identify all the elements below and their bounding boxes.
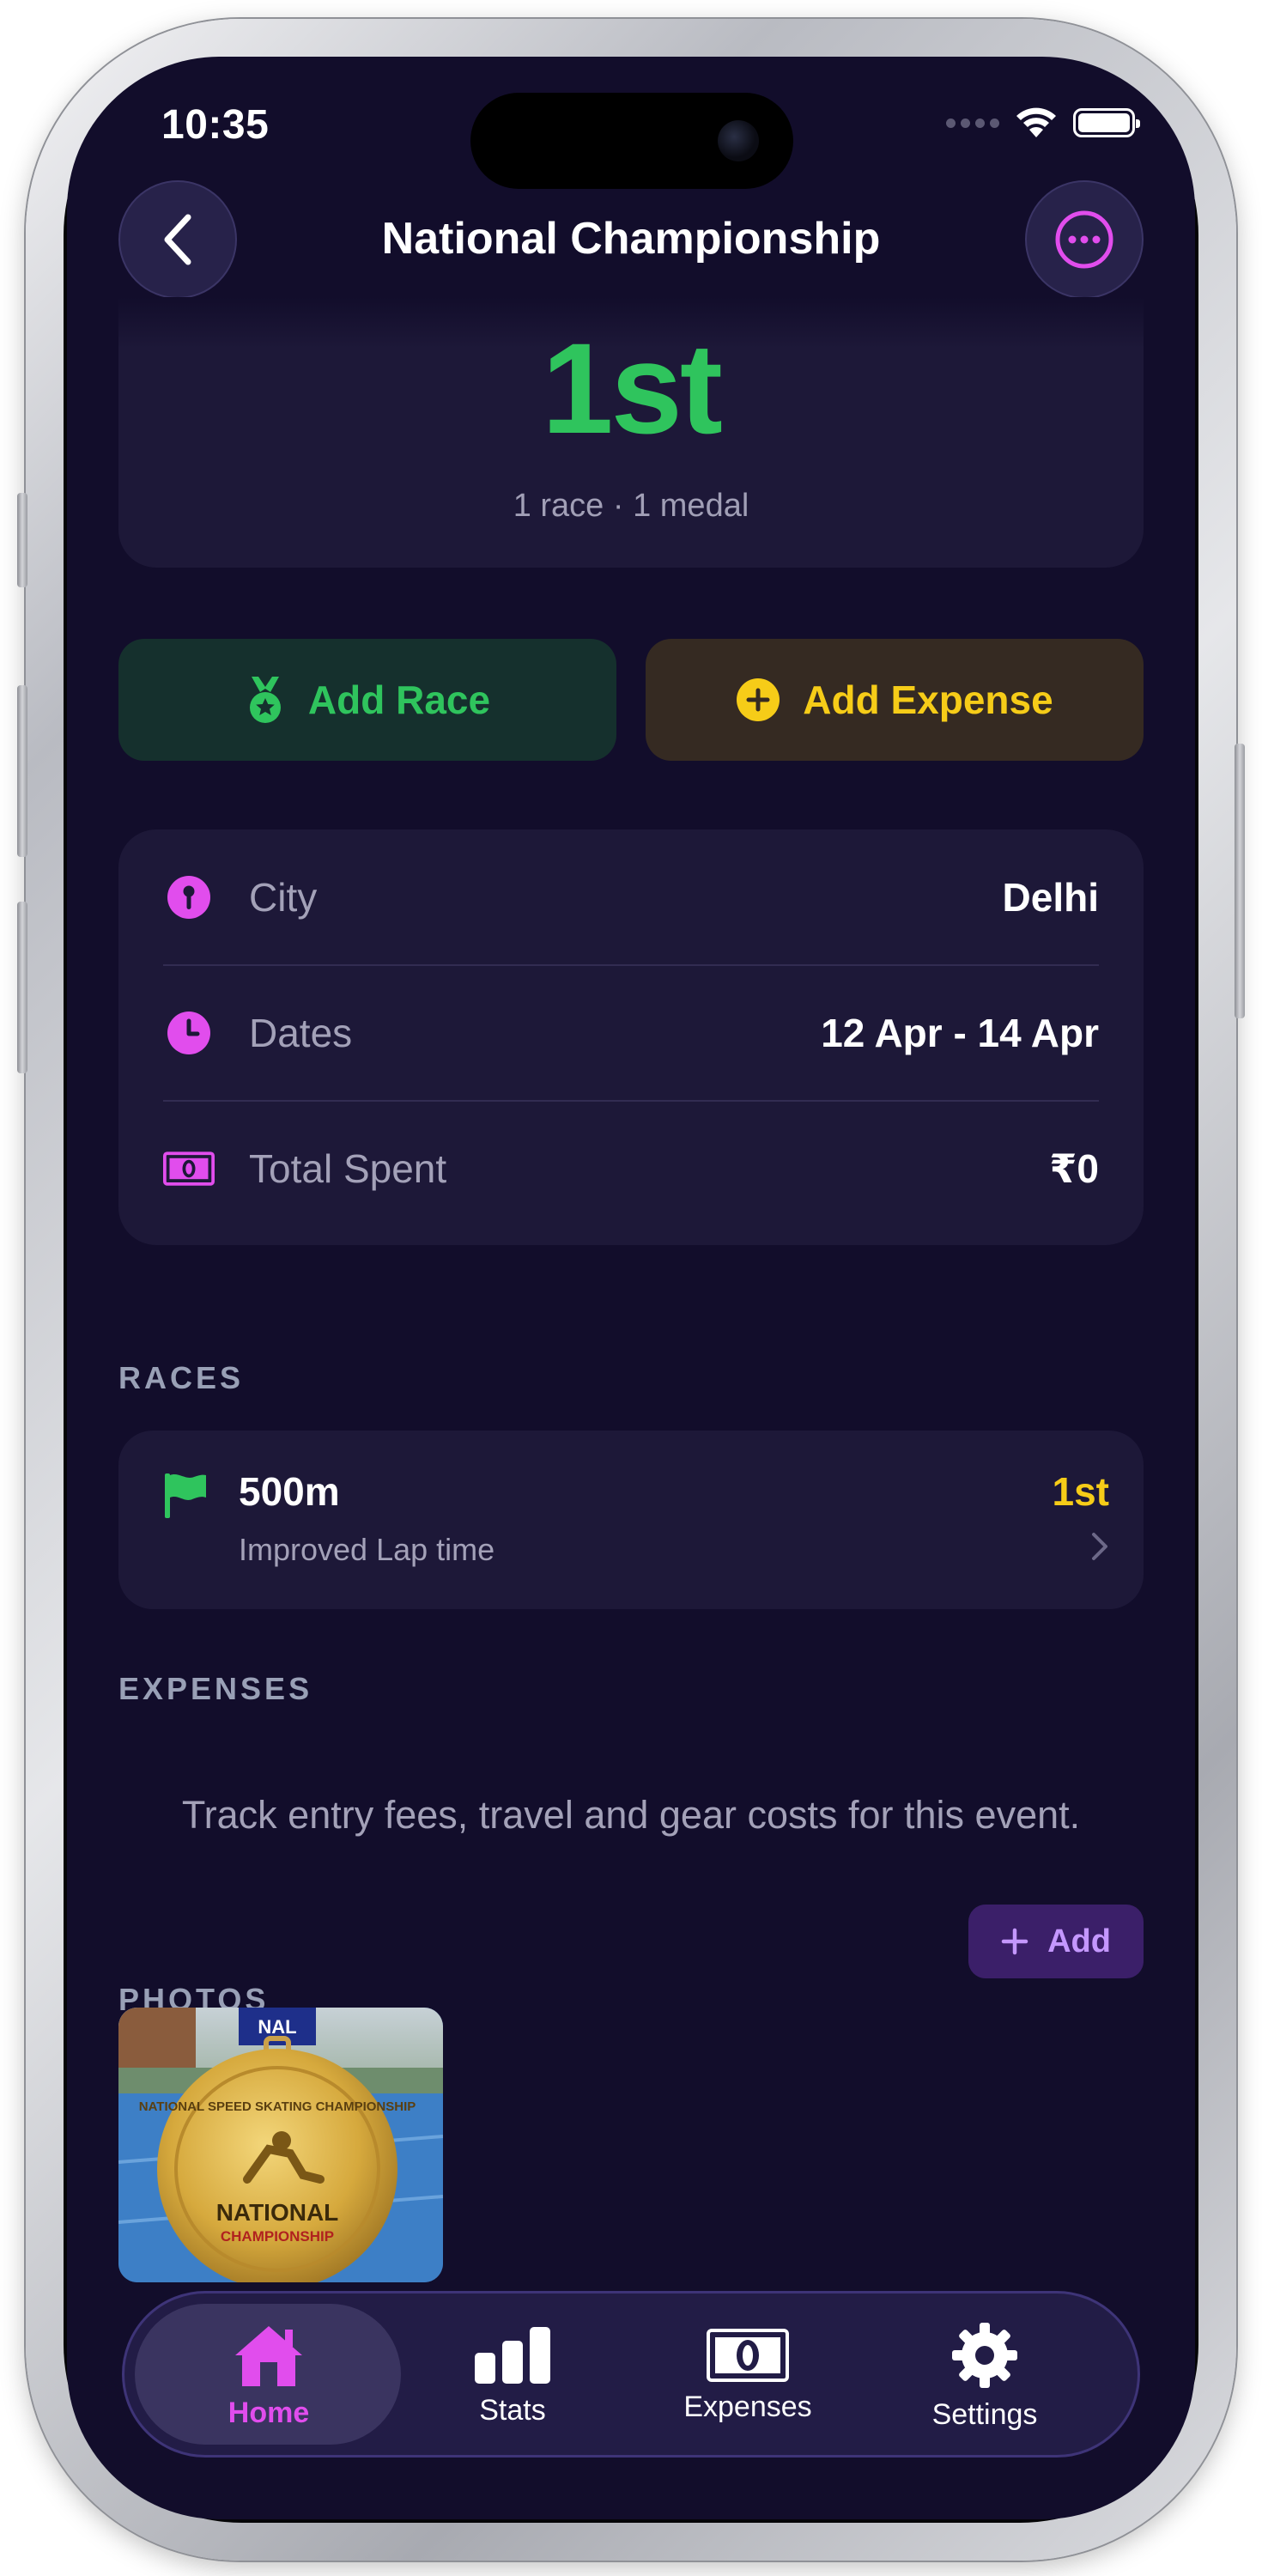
- power-button: [1235, 744, 1245, 1018]
- battery-icon: [1073, 108, 1140, 137]
- medal-icon: [249, 677, 281, 723]
- medal-text-top: NATIONAL SPEED SKATING CHAMPIONSHIP: [139, 2099, 416, 2114]
- front-camera: [718, 120, 759, 161]
- total-spent-value: ₹0: [1049, 1145, 1099, 1191]
- house-icon: [235, 2325, 302, 2386]
- race-position: 1st: [1052, 1469, 1109, 1514]
- status-time: 10:35: [161, 102, 270, 148]
- tab-home-label: Home: [228, 2396, 310, 2429]
- plus-circle-icon: [737, 678, 780, 721]
- add-expense-button[interactable]: Add Expense: [646, 639, 1144, 761]
- dates-label: Dates: [249, 1010, 353, 1055]
- info-row-dates: Dates 12 Apr - 14 Apr: [163, 965, 1099, 1100]
- add-photo-button[interactable]: Add: [968, 1905, 1144, 1978]
- tab-stats-label: Stats: [479, 2393, 546, 2427]
- chevron-right-icon: [1092, 1533, 1107, 1560]
- tab-settings[interactable]: Settings: [865, 2306, 1105, 2446]
- expenses-empty-state: Track entry fees, travel and gear costs …: [181, 1793, 1081, 1837]
- volume-down-button: [17, 902, 27, 1073]
- photo-thumbnail[interactable]: NAL NATIONAL SPEED SKATING CHAMPIONSHIP …: [118, 2008, 443, 2282]
- event-info-card: City Delhi Dates 12 Apr - 14 Apr Total S…: [118, 829, 1144, 1245]
- tab-settings-label: Settings: [931, 2397, 1038, 2431]
- ribbon-text: NAL: [258, 2016, 296, 2038]
- race-note: Improved Lap time: [239, 1532, 495, 1567]
- volume-up-button: [17, 685, 27, 857]
- banknote-icon: [707, 2328, 789, 2382]
- summary-subtitle: 1 race · 1 medal: [513, 488, 749, 524]
- add-expense-label: Add Expense: [803, 677, 1053, 722]
- status-icons: [946, 106, 1140, 139]
- tab-expenses[interactable]: Expenses: [628, 2306, 868, 2446]
- info-row-total-spent: Total Spent ₹0: [163, 1101, 1099, 1236]
- banknote-icon: [163, 1143, 215, 1194]
- tab-stats[interactable]: Stats: [392, 2306, 633, 2446]
- race-list-item[interactable]: 500m Improved Lap time 1st: [118, 1431, 1144, 1609]
- ellipsis-circle-icon: [1055, 210, 1113, 269]
- medal-photo: NAL NATIONAL SPEED SKATING CHAMPIONSHIP …: [118, 2008, 443, 2282]
- app-screen: 10:35 National Championship 1st 1 race ·…: [67, 57, 1195, 2519]
- tab-home[interactable]: Home: [149, 2306, 389, 2446]
- add-race-label: Add Race: [307, 677, 491, 722]
- add-race-button[interactable]: Add Race: [118, 639, 616, 761]
- medal-text-sub: CHAMPIONSHIP: [221, 2228, 334, 2245]
- add-photo-label: Add: [1047, 1923, 1111, 1959]
- more-options-button[interactable]: [1025, 180, 1144, 299]
- event-summary-card: 1st 1 race · 1 medal: [118, 297, 1144, 568]
- best-position: 1st: [542, 316, 723, 460]
- races-section-header: RACES: [118, 1360, 245, 1395]
- total-spent-label: Total Spent: [249, 1145, 447, 1191]
- flag-icon: [165, 1473, 206, 1518]
- tab-bar: Home Stats Expenses Settings: [122, 2291, 1140, 2458]
- action-button: [17, 493, 27, 587]
- pin-icon: [163, 872, 215, 923]
- gear-icon: [952, 2322, 1017, 2388]
- race-name: 500m: [239, 1469, 340, 1514]
- expenses-section-header: EXPENSES: [118, 1671, 313, 1706]
- dates-value: 12 Apr - 14 Apr: [821, 1010, 1099, 1055]
- cellular-signal-icon: [946, 118, 999, 128]
- medal-text-main: NATIONAL: [216, 2199, 339, 2226]
- info-row-city: City Delhi: [163, 829, 1099, 964]
- wifi-icon: [1016, 107, 1056, 137]
- city-label: City: [249, 874, 318, 920]
- plus-icon: [1001, 1928, 1028, 1955]
- bar-chart-icon: [475, 2326, 550, 2384]
- clock-icon: [163, 1007, 215, 1059]
- city-value: Delhi: [1002, 874, 1099, 920]
- tab-expenses-label: Expenses: [683, 2390, 812, 2423]
- dynamic-island: [470, 93, 793, 189]
